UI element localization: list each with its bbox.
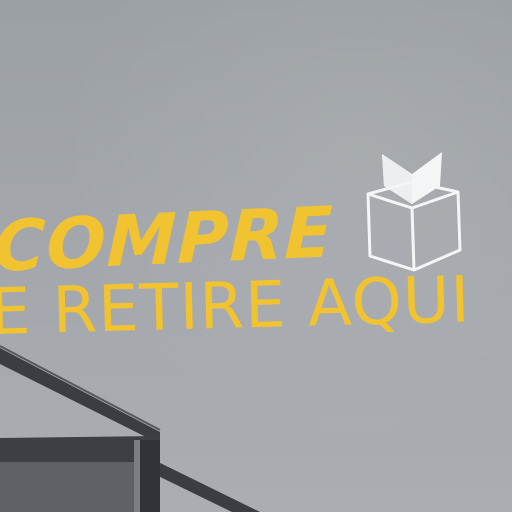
photo-scene: COMPRE E RETIRE AQUI [0,0,512,512]
stair-railing [0,345,260,512]
